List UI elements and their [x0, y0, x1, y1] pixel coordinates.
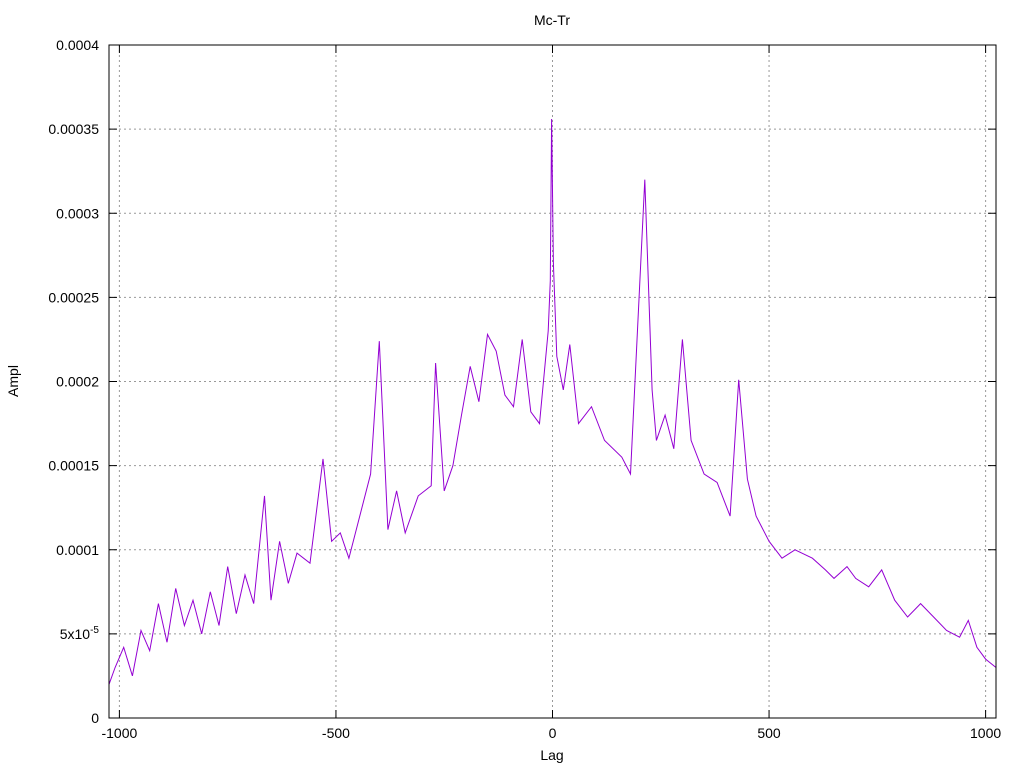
y-tick-label: 0.00025: [48, 289, 99, 305]
y-tick-labels: 0 5x10-5 0.0001 0.00015 0.0002 0.00025 0.0003 0…: [48, 37, 99, 726]
chart: -1000 -500 0 500 1000 0 5x10-5 0.0001 0.00015 0.…: [5, 12, 1001, 763]
x-tick-label: -500: [322, 725, 350, 741]
y-tick-label: 0.0002: [56, 374, 99, 390]
y-tick-label-exponent: -5: [90, 625, 99, 636]
grid: [109, 44, 996, 718]
y-tick-label-text: 0.00025: [48, 289, 99, 305]
x-tick-label: -1000: [101, 725, 137, 741]
y-tick-label: 0.00035: [48, 121, 99, 137]
y-tick-label-text: 0: [91, 710, 99, 726]
x-tick-labels: -1000 -500 0 500 1000: [101, 725, 1001, 741]
y-tick-label-text: 5x10: [60, 626, 91, 642]
x-axis-label: Lag: [540, 747, 563, 763]
y-tick-label: 0.00015: [48, 458, 99, 474]
y-tick-label: 0.0001: [56, 542, 99, 558]
y-axis-label: Ampl: [5, 365, 21, 397]
y-tick-label: 0: [91, 710, 99, 726]
y-tick-label: 0.0004: [56, 37, 99, 53]
y-tick-label-text: 0.0002: [56, 374, 99, 390]
x-tick-label: 1000: [970, 725, 1001, 741]
y-tick-label-text: 0.0001: [56, 542, 99, 558]
x-tick-label: 500: [757, 725, 781, 741]
y-tick-label: 0.0003: [56, 205, 99, 221]
y-tick-label-text: 0.00015: [48, 458, 99, 474]
chart-title: Mc-Tr: [534, 12, 570, 28]
y-tick-label-text: 0.0004: [56, 37, 99, 53]
y-tick-label-text: 0.0003: [56, 205, 99, 221]
x-tick-label: 0: [549, 725, 557, 741]
y-tick-label-text: 0.00035: [48, 121, 99, 137]
y-tick-label: 5x10-5: [60, 625, 100, 642]
